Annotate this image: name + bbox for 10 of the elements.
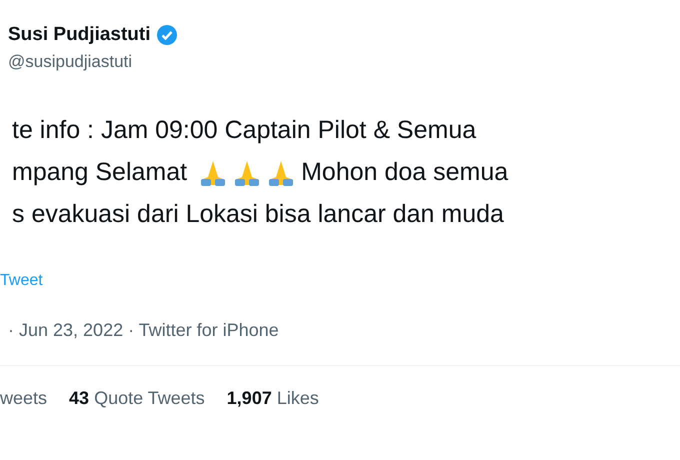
tweet-text: mpang Selamat [12, 157, 188, 188]
tweet-timestamp: · Jun 23, 2022 · Twitter for iPhone [8, 320, 280, 341]
engagement-stat[interactable]: weets [0, 388, 48, 409]
engagement-stat[interactable]: 43 Quote Tweets [69, 388, 205, 409]
author-handle[interactable]: @susipudjiastuti [8, 52, 680, 72]
tweet-text: te info : Jam 09:00 Captain Pilot & Semua [12, 115, 476, 146]
tweet-text: Mohon doa semua [301, 157, 508, 188]
engagement-stat[interactable]: 1,907 Likes [226, 388, 319, 409]
author-name[interactable]: Susi Pudjiastuti [8, 24, 151, 46]
tweet-text: s evakuasi dari Lokasi bisa lancar dan muda [12, 199, 504, 230]
